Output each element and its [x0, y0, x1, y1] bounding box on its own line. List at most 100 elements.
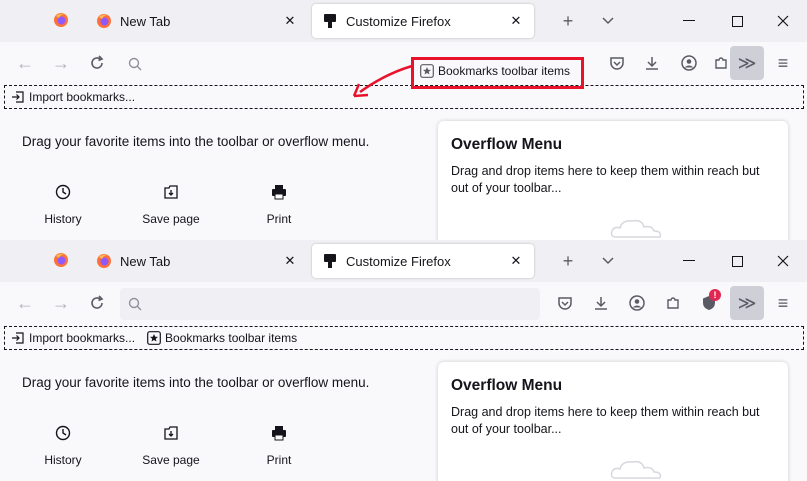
overflow-menu-button[interactable]: ≫ — [730, 46, 764, 80]
new-tab-button[interactable]: + — [555, 248, 581, 274]
minimize-icon — [683, 20, 695, 21]
palette-item-save-page[interactable]: Save page — [126, 423, 216, 467]
download-icon — [595, 297, 607, 310]
minimize-button[interactable] — [676, 8, 702, 34]
chevron-down-icon — [602, 17, 614, 25]
palette-item-print[interactable]: Print — [234, 423, 324, 467]
firefox-view-button[interactable] — [40, 244, 82, 278]
palette-item-label: Save page — [142, 453, 200, 467]
overflow-menu-description: Drag and drop items here to keep them wi… — [451, 405, 760, 436]
shield-extension-button[interactable]: ! — [696, 289, 722, 316]
account-icon — [629, 295, 645, 311]
tab-new-tab[interactable]: New Tab ✕ — [86, 4, 308, 38]
tab-strip: New Tab ✕ Customize Firefox ✕ + — [0, 0, 807, 42]
close-window-button[interactable] — [770, 8, 796, 34]
reload-button[interactable] — [84, 290, 110, 316]
url-bar[interactable] — [120, 288, 540, 320]
tab-close-icon[interactable]: ✕ — [282, 13, 298, 29]
import-bookmarks-item[interactable]: Import bookmarks... — [11, 90, 135, 104]
bookmarks-toolbar-items-widget[interactable]: Bookmarks toolbar items — [420, 64, 570, 78]
back-button[interactable]: ← — [12, 290, 38, 316]
overflow-menu-panel: Overflow Menu Drag and drop items here t… — [438, 362, 788, 481]
account-button[interactable] — [624, 290, 650, 316]
tab-label: New Tab — [120, 13, 171, 29]
list-all-tabs-button[interactable] — [595, 248, 621, 274]
download-icon — [646, 57, 658, 70]
new-tab-button[interactable]: + — [555, 8, 581, 34]
save-page-icon — [161, 423, 181, 443]
annotation-arrow-icon — [352, 64, 413, 98]
tab-customize-firefox[interactable]: Customize Firefox ✕ — [312, 4, 534, 38]
pocket-button[interactable] — [552, 290, 578, 316]
customize-screen-before: New Tab ✕ Customize Firefox ✕ + ← → ≫ ≡ … — [0, 0, 807, 240]
customize-hint: Drag your favorite items into the toolba… — [22, 134, 370, 149]
account-icon — [681, 55, 697, 71]
forward-button[interactable]: → — [48, 290, 74, 316]
palette-item-print[interactable]: Print — [234, 182, 324, 226]
pocket-icon — [558, 297, 572, 310]
close-icon — [777, 15, 789, 27]
firefox-logo-icon — [53, 12, 69, 31]
tab-close-icon[interactable]: ✕ — [508, 13, 524, 29]
empty-state-cloud-icon — [610, 460, 662, 479]
account-button[interactable] — [676, 50, 702, 76]
palette-item-history[interactable]: History — [18, 423, 108, 467]
import-bookmarks-label: Import bookmarks... — [29, 331, 136, 345]
firefox-logo-icon — [53, 252, 69, 271]
bookmarks-toolbar: Import bookmarks... Bookmarks toolbar it… — [4, 326, 804, 350]
customize-screen-after: New Tab ✕ Customize Firefox ✕ + ← → ! ≫ … — [0, 240, 807, 481]
tab-close-icon[interactable]: ✕ — [508, 253, 524, 269]
puzzle-icon — [667, 297, 679, 309]
downloads-button[interactable] — [588, 290, 614, 316]
print-icon — [269, 182, 289, 202]
palette-item-save-page[interactable]: Save page — [126, 182, 216, 226]
palette-item-history[interactable]: History — [18, 182, 108, 226]
search-icon — [128, 57, 142, 71]
reload-icon — [91, 295, 104, 309]
import-bookmarks-item[interactable]: Import bookmarks... — [11, 331, 135, 345]
tab-new-tab[interactable]: New Tab ✕ — [86, 244, 308, 278]
overflow-menu-button[interactable]: ≫ — [730, 286, 764, 320]
search-icon — [128, 297, 142, 311]
history-icon — [53, 182, 73, 202]
import-icon — [12, 91, 24, 103]
bookmarks-toolbar-items-label: Bookmarks toolbar items — [438, 64, 571, 78]
minimize-icon — [683, 260, 695, 261]
tab-label: Customize Firefox — [346, 13, 451, 29]
save-page-icon — [161, 182, 181, 202]
firefox-logo-icon — [96, 13, 112, 29]
chevron-down-icon — [602, 257, 614, 265]
pocket-button[interactable] — [604, 50, 630, 76]
import-bookmarks-label: Import bookmarks... — [29, 90, 136, 104]
bookmark-star-icon — [147, 331, 161, 345]
bookmarks-toolbar-items-widget[interactable]: Bookmarks toolbar items — [147, 331, 297, 345]
palette-item-label: History — [44, 212, 82, 226]
forward-button[interactable]: → — [48, 50, 74, 76]
extensions-button[interactable] — [660, 290, 686, 316]
list-all-tabs-button[interactable] — [595, 8, 621, 34]
palette-item-label: Save page — [142, 212, 200, 226]
maximize-icon — [731, 15, 743, 27]
minimize-button[interactable] — [676, 248, 702, 274]
overflow-menu-title: Overflow Menu — [451, 377, 563, 394]
pocket-icon — [610, 57, 624, 70]
close-window-button[interactable] — [770, 248, 796, 274]
reload-icon — [91, 55, 104, 69]
tab-label: Customize Firefox — [346, 253, 451, 269]
overflow-menu-description: Drag and drop items here to keep them wi… — [451, 164, 760, 195]
maximize-button[interactable] — [724, 8, 750, 34]
empty-state-cloud-icon — [610, 219, 662, 238]
app-menu-button[interactable]: ≡ — [770, 290, 796, 316]
back-button[interactable]: ← — [12, 50, 38, 76]
downloads-button[interactable] — [639, 50, 665, 76]
firefox-view-button[interactable] — [40, 4, 82, 38]
puzzle-icon — [715, 57, 727, 69]
app-menu-button[interactable]: ≡ — [770, 50, 796, 76]
tab-label: New Tab — [120, 253, 171, 269]
tab-customize-firefox[interactable]: Customize Firefox ✕ — [312, 244, 534, 278]
reload-button[interactable] — [84, 50, 110, 76]
overflow-menu-title: Overflow Menu — [451, 136, 563, 153]
tab-strip: New Tab ✕ Customize Firefox ✕ + — [0, 240, 807, 282]
tab-close-icon[interactable]: ✕ — [282, 253, 298, 269]
maximize-button[interactable] — [724, 248, 750, 274]
